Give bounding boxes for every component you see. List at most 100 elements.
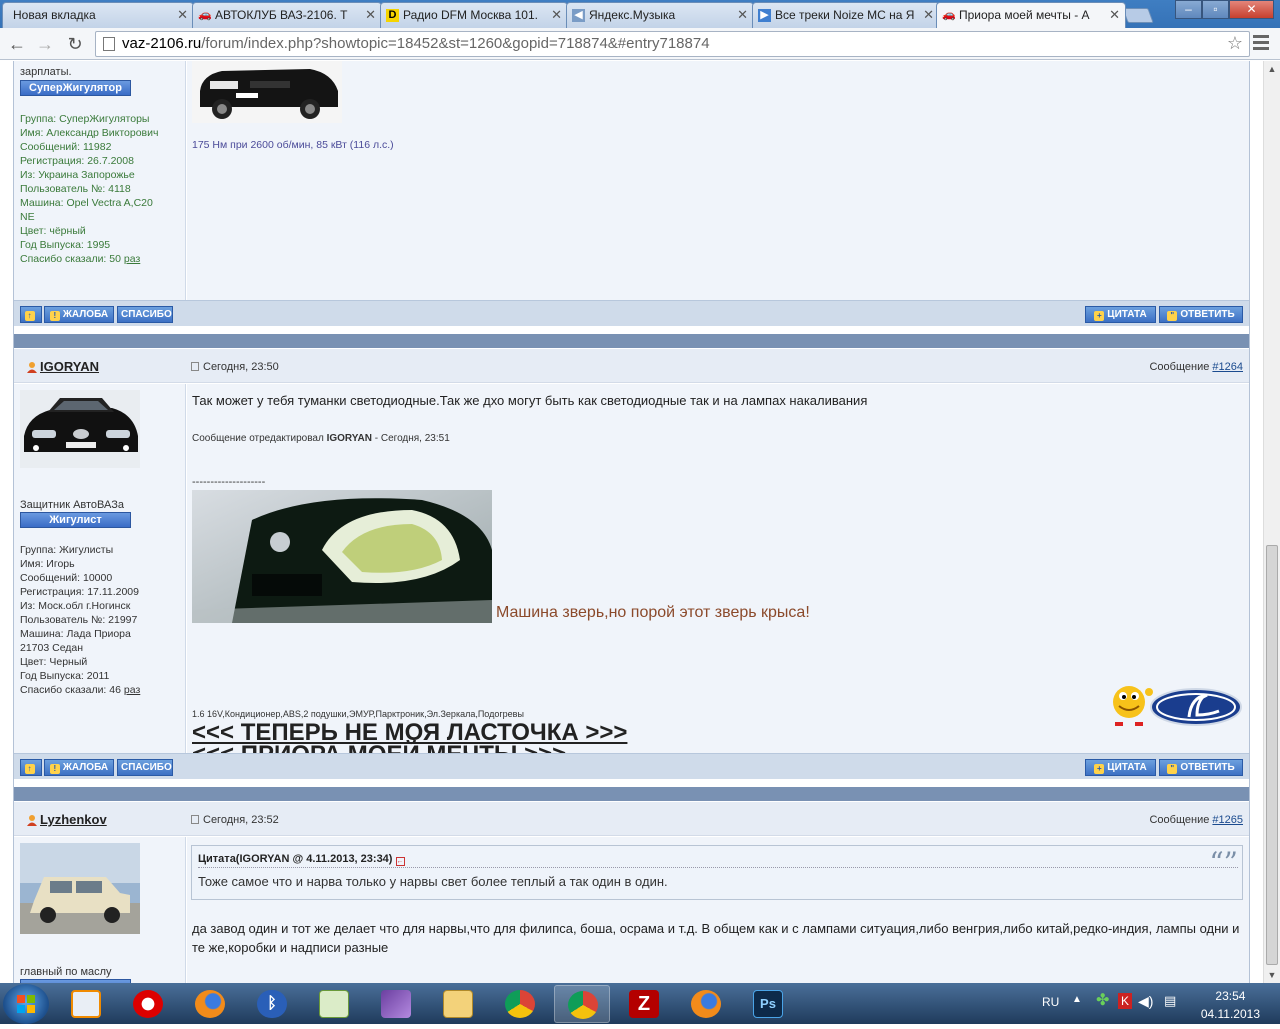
scroll-up-button[interactable]: ↑ <box>20 306 42 323</box>
profile-info-value: Украина Запорожье <box>38 169 135 181</box>
thanks-button[interactable]: СПАСИБО <box>117 306 173 323</box>
profile-info-label: Регистрация: <box>20 586 88 598</box>
minimize-icon[interactable]: – <box>1175 0 1202 19</box>
car-icon: 🚗 <box>942 9 956 21</box>
media-player-icon[interactable] <box>58 985 114 1023</box>
author-name[interactable]: Lyzhenkov <box>40 812 107 827</box>
thanks-button[interactable]: СПАСИБО <box>117 759 173 776</box>
vertical-scrollbar[interactable]: ▲ ▼ <box>1263 61 1280 983</box>
volume-icon[interactable]: ◀) <box>1138 993 1153 1010</box>
profile-info-value: 50 <box>109 253 121 265</box>
profile-info-label: Спасибо сказали: <box>20 253 110 265</box>
button-label: СПАСИБО <box>121 762 172 773</box>
clock[interactable]: 23:54 04.11.2013 <box>1201 989 1260 1021</box>
close-icon[interactable]: ✕ <box>737 8 748 22</box>
visual-studio-icon[interactable] <box>368 985 424 1023</box>
windows-logo-icon <box>17 995 35 1013</box>
profile-info-value: 11982 <box>83 141 112 153</box>
reply-button[interactable]: " ОТВЕТИТЬ <box>1159 306 1243 323</box>
tab-priora[interactable]: 🚗 Приора моей мечты - А ✕ <box>936 2 1126 28</box>
bookmark-star-icon[interactable]: ☆ <box>1227 33 1243 54</box>
close-icon[interactable]: ✕ <box>923 8 934 22</box>
post-icon <box>191 362 199 371</box>
profile-info-row: Из: Моск.обл г.Ногинск <box>20 599 140 613</box>
windows-taskbar: ᛒ Z Ps RU ▲ ✤ K ◀) ▤ 23:54 04.11.2013 <box>0 983 1280 1024</box>
notepad-plus-icon[interactable] <box>306 985 362 1023</box>
close-window-icon[interactable]: ✕ <box>1229 0 1274 19</box>
language-indicator[interactable]: RU <box>1042 995 1059 1009</box>
bluetooth-icon[interactable]: ᛒ <box>244 985 300 1023</box>
post-number: Сообщение #1264 <box>1149 361 1243 373</box>
profile-info-row: Имя: Игорь <box>20 557 140 571</box>
quote-link-icon[interactable]: ← <box>395 857 405 866</box>
profile-info-row: Пользователь №: 21997 <box>20 613 140 627</box>
blank-page-icon <box>8 9 21 22</box>
quote-button[interactable]: + ЦИТАТА <box>1085 306 1156 323</box>
user-icon <box>27 815 37 826</box>
scroll-up-button[interactable]: ↑ <box>20 759 42 776</box>
quote-header: Цитата(IGORYAN @ 4.11.2013, 23:34) ← <box>198 853 405 866</box>
profile-info-row: Год Выпуска: 1995 <box>20 238 158 252</box>
chrome-icon[interactable] <box>492 985 548 1023</box>
post-number-link[interactable]: #1265 <box>1212 814 1243 826</box>
edited-label: Сообщение отредактировал <box>192 433 327 444</box>
tab-title: Новая вкладка <box>13 8 96 22</box>
forward-icon[interactable]: → <box>34 33 56 55</box>
photoshop-icon[interactable]: Ps <box>740 985 796 1023</box>
firefox-icon[interactable] <box>678 985 734 1023</box>
show-hidden-icons-icon[interactable]: ▲ <box>1072 994 1082 1005</box>
close-icon[interactable]: ✕ <box>177 8 188 22</box>
tab-noize-mc[interactable]: ▶ Все треки Noize MC на Я ✕ <box>752 2 940 28</box>
signature-quote: Машина зверь,но порой этот зверь крыса! <box>496 604 810 621</box>
address-bar[interactable]: vaz-2106.ru/forum/index.php?showtopic=18… <box>95 31 1250 57</box>
new-tab-button[interactable] <box>1122 8 1154 23</box>
menu-icon[interactable] <box>1253 35 1269 51</box>
report-button[interactable]: ! ЖАЛОБА <box>44 306 114 323</box>
scrollbar-thumb[interactable] <box>1266 545 1278 965</box>
tab-avtoklub[interactable]: 🚗 АВТОКЛУБ ВАЗ-2106. Т ✕ <box>192 2 382 28</box>
signature-link-lastochka[interactable]: <<< ТЕПЕРЬ НЕ МОЯ ЛАСТОЧКА >>> <box>192 720 627 746</box>
tab-radio-dfm[interactable]: D Радио DFM Москва 101. ✕ <box>380 2 568 28</box>
close-icon[interactable]: ✕ <box>365 8 376 22</box>
profile-info-value: СуперЖигуляторы <box>59 113 150 125</box>
quote-button[interactable]: + ЦИТАТА <box>1085 759 1156 776</box>
dfm-icon: D <box>386 9 399 22</box>
firefox-icon[interactable] <box>182 985 238 1023</box>
post-number-link[interactable]: #1264 <box>1212 361 1243 373</box>
chrome-icon[interactable] <box>554 985 610 1023</box>
browser-toolbar: ← → ↻ vaz-2106.ru/forum/index.php?showto… <box>0 28 1280 60</box>
network-icon[interactable]: ▤ <box>1164 993 1176 1009</box>
post-number: Сообщение #1265 <box>1149 814 1243 826</box>
start-button[interactable] <box>3 984 49 1024</box>
close-icon[interactable]: ✕ <box>1109 8 1120 22</box>
profile-info-label: Цвет: <box>20 225 50 237</box>
reload-icon[interactable]: ↻ <box>64 33 86 55</box>
author-name[interactable]: IGORYAN <box>40 359 99 374</box>
lada-logo-icon <box>1149 687 1243 727</box>
profile-info-value: Opel Vectra A,C20 <box>66 197 153 209</box>
reply-button[interactable]: " ОТВЕТИТЬ <box>1159 759 1243 776</box>
scroll-up-arrow-icon[interactable]: ▲ <box>1264 61 1280 77</box>
post-date-text: Сегодня, 23:52 <box>203 814 279 826</box>
antivirus-icon[interactable]: K <box>1118 993 1132 1009</box>
scroll-down-arrow-icon[interactable]: ▼ <box>1264 967 1280 983</box>
back-icon[interactable]: ← <box>6 33 28 55</box>
profile-info-label: Цвет: <box>20 656 50 668</box>
opera-icon[interactable] <box>120 985 176 1023</box>
profile-info-label: Сообщений: <box>20 141 83 153</box>
profile-info-label: Группа: <box>20 544 60 556</box>
close-icon[interactable]: ✕ <box>551 8 562 22</box>
thanks-list-link[interactable]: раз <box>124 684 140 696</box>
url-path: /forum/index.php?showtopic=18452&st=1260… <box>201 35 710 52</box>
thanks-list-link[interactable]: раз <box>124 253 140 265</box>
maximize-icon[interactable]: ▫ <box>1202 0 1229 19</box>
tab-new-tab[interactable]: Новая вкладка ✕ <box>2 2 194 28</box>
tab-yandex-music[interactable]: ◀ Яндекс.Музыка ✕ <box>566 2 754 28</box>
report-button[interactable]: ! ЖАЛОБА <box>44 759 114 776</box>
signature-specs: 1.6 16V,Кондиционер,ABS,2 подушки,ЭМУР,П… <box>192 709 524 719</box>
file-explorer-icon[interactable] <box>430 985 486 1023</box>
profile-info-row: Пользователь №: 4118 <box>20 182 158 196</box>
clover-icon[interactable]: ✤ <box>1096 993 1112 1009</box>
speaker-icon: ◀ <box>572 9 585 22</box>
filezilla-icon[interactable]: Z <box>616 985 672 1023</box>
